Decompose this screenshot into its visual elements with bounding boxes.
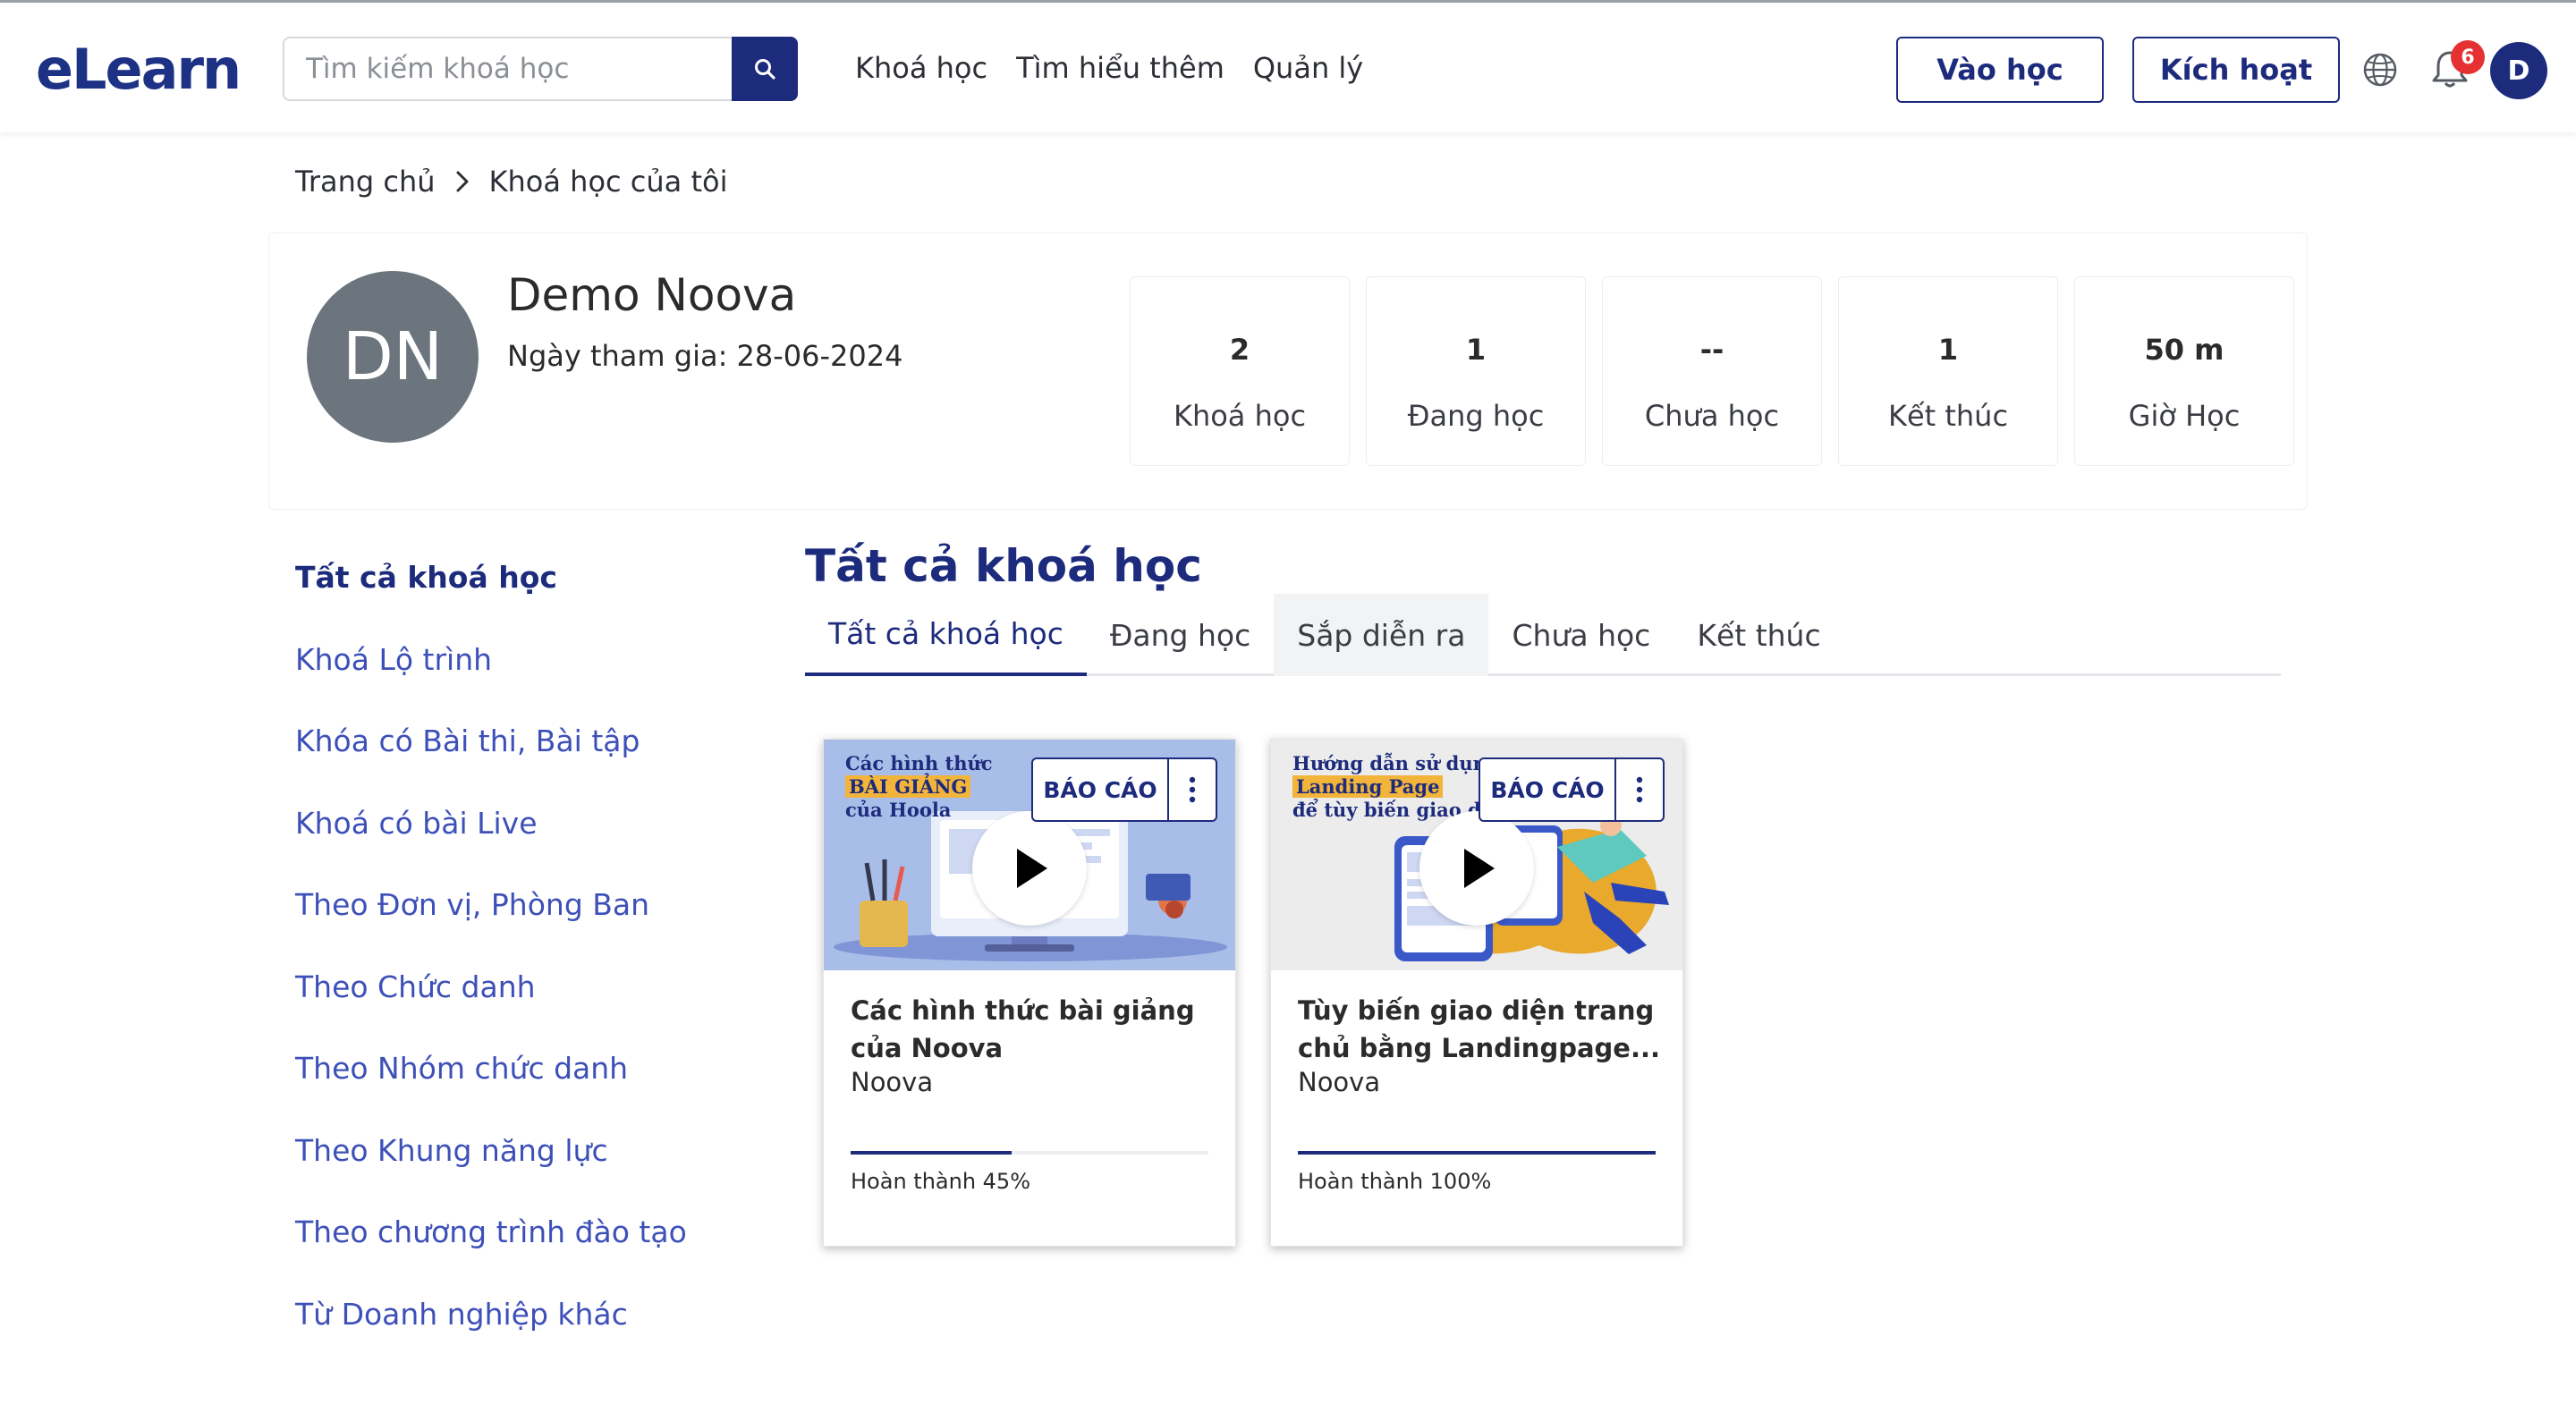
stat-value: 1 (1465, 333, 1487, 367)
progress-text: Hoàn thành 45% (851, 1169, 1030, 1194)
more-vertical-icon (1636, 776, 1643, 803)
course-title[interactable]: Tùy biến giao diện trang chủ bằng Landin… (1298, 992, 1665, 1067)
stat-value: 50 m (2144, 333, 2224, 367)
more-options-button[interactable] (1616, 759, 1663, 820)
sidebar-item-live[interactable]: Khoá có bài Live (295, 806, 760, 888)
stat-label: Kết thúc (1887, 399, 2009, 433)
logo[interactable]: eLearn (36, 36, 250, 102)
search-icon (755, 59, 775, 80)
stat-courses: 2 Khoá học (1130, 276, 1350, 466)
sidebar-item-all-courses[interactable]: Tất cả khoá học (295, 560, 760, 642)
more-options-button[interactable] (1169, 759, 1216, 820)
course-card[interactable]: Hướng dẫn sử dụng Landing Page để tùy bi… (1270, 739, 1683, 1247)
sidebar-item-department[interactable]: Theo Đơn vị, Phòng Ban (295, 887, 760, 969)
sidebar-item-exams[interactable]: Khóa có Bài thi, Bài tập (295, 723, 760, 806)
sidebar-item-job-title[interactable]: Theo Chức danh (295, 969, 760, 1052)
course-tabs: Tất cả khoá học Đang học Sắp diễn ra Chư… (805, 594, 2281, 676)
report-button-group: BÁO CÁO (1479, 757, 1665, 822)
activate-button[interactable]: Kích hoạt (2132, 37, 2340, 103)
thumbnail-caption: Các hình thức BÀI GIẢNG của Hoola (845, 752, 993, 822)
thumbnail-caption-line: Các hình thức (845, 752, 993, 774)
sidebar-item-learning-path[interactable]: Khoá Lộ trình (295, 642, 760, 724)
stat-label: Giờ Học (2128, 399, 2241, 433)
sidebar-item-other-company[interactable]: Từ Doanh nghiệp khác (295, 1297, 760, 1379)
play-icon (1017, 849, 1047, 888)
content-title: Tất cả khoá học (805, 540, 1202, 592)
profile-join-date: Ngày tham gia: 28-06-2024 (507, 339, 903, 373)
breadcrumb-home[interactable]: Trang chủ (295, 165, 436, 199)
play-button[interactable] (1419, 811, 1534, 926)
report-button[interactable]: BÁO CÁO (1033, 759, 1169, 820)
tab-in-progress[interactable]: Đang học (1087, 594, 1274, 676)
notification-badge: 6 (2451, 40, 2485, 74)
chevron-right-icon (456, 171, 469, 192)
nav-item-manage[interactable]: Quản lý (1253, 51, 1363, 85)
stat-label: Khoá học (1173, 399, 1307, 433)
breadcrumb-current: Khoá học của tôi (488, 165, 728, 199)
stat-not-started: -- Chưa học (1602, 276, 1822, 466)
top-navbar: eLearn Khoá học Tìm hiểu thêm Quản lý Và… (0, 3, 2576, 132)
search-box (283, 37, 798, 101)
play-button[interactable] (972, 811, 1087, 926)
nav-item-learn-more[interactable]: Tìm hiểu thêm (1016, 51, 1224, 85)
course-title[interactable]: Các hình thức bài giảng của Noova (851, 992, 1217, 1067)
stat-value: 2 (1229, 333, 1250, 367)
stat-finished: 1 Kết thúc (1838, 276, 2058, 466)
report-button-group: BÁO CÁO (1031, 757, 1217, 822)
profile-card: DN Demo Noova Ngày tham gia: 28-06-2024 … (268, 233, 2308, 510)
thumbnail-caption-line: của Hoola (845, 799, 952, 821)
thumbnail-caption-highlight: BÀI GIẢNG (845, 775, 971, 798)
course-author: Noova (1298, 1067, 1381, 1097)
profile-avatar: DN (307, 271, 479, 443)
search-input[interactable] (284, 38, 732, 99)
sidebar-item-training-program[interactable]: Theo chương trình đào tạo (295, 1214, 760, 1297)
course-author: Noova (851, 1067, 934, 1097)
progress-fill (851, 1151, 1012, 1155)
breadcrumb: Trang chủ Khoá học của tôi (295, 165, 727, 199)
course-filter-sidebar: Tất cả khoá học Khoá Lộ trình Khóa có Bà… (295, 560, 760, 1378)
stat-study-hours: 50 m Giờ Học (2074, 276, 2294, 466)
sidebar-item-competency[interactable]: Theo Khung năng lực (295, 1133, 760, 1215)
sidebar-item-job-group[interactable]: Theo Nhóm chức danh (295, 1051, 760, 1133)
stat-label: Chưa học (1644, 399, 1780, 433)
main-nav: Khoá học Tìm hiểu thêm Quản lý (855, 51, 1363, 85)
tab-all-courses[interactable]: Tất cả khoá học (805, 594, 1087, 676)
search-button[interactable] (732, 37, 798, 101)
progress-bar (1298, 1151, 1656, 1155)
progress-text: Hoàn thành 100% (1298, 1169, 1492, 1194)
stat-value: 1 (1937, 333, 1959, 367)
more-vertical-icon (1189, 776, 1196, 803)
progress-bar (851, 1151, 1208, 1155)
stat-in-progress: 1 Đang học (1366, 276, 1586, 466)
nav-item-courses[interactable]: Khoá học (855, 51, 987, 85)
profile-name: Demo Noova (507, 269, 797, 321)
stat-value: -- (1699, 333, 1724, 367)
report-button[interactable]: BÁO CÁO (1480, 759, 1616, 820)
globe-icon[interactable] (2361, 51, 2399, 89)
tab-finished[interactable]: Kết thúc (1674, 594, 1843, 676)
stat-label: Đang học (1407, 399, 1545, 433)
course-card[interactable]: Các hình thức BÀI GIẢNG của Hoola BÁO CÁ… (823, 739, 1236, 1247)
enter-class-button[interactable]: Vào học (1896, 37, 2104, 103)
tab-not-started[interactable]: Chưa học (1488, 594, 1674, 676)
progress-fill (1298, 1151, 1656, 1155)
logo-text: eLearn (36, 36, 242, 102)
user-avatar[interactable]: D (2490, 42, 2547, 99)
thumbnail-caption-highlight: Landing Page (1292, 775, 1444, 798)
play-icon (1464, 849, 1495, 888)
tab-upcoming[interactable]: Sắp diễn ra (1274, 594, 1489, 676)
